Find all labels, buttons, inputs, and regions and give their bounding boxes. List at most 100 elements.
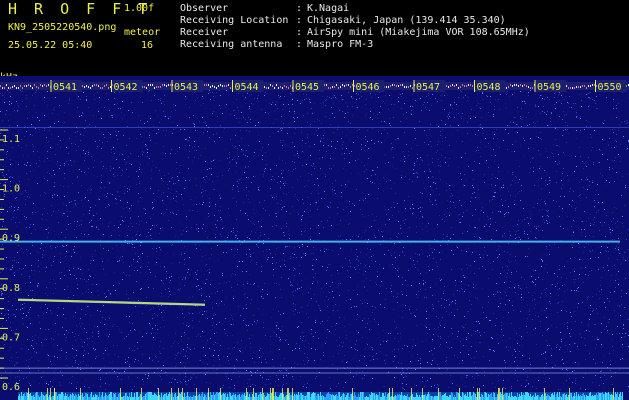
y-tick-label: 1.1 bbox=[2, 134, 20, 145]
bottom-band-bar bbox=[545, 393, 546, 400]
bottom-band-bar bbox=[286, 395, 287, 400]
bottom-band-bar bbox=[215, 394, 216, 400]
bottom-band-bar bbox=[259, 394, 260, 400]
bottom-band-bar bbox=[179, 393, 180, 400]
bottom-band-bar bbox=[274, 396, 275, 400]
time-band-pixel bbox=[324, 84, 325, 86]
time-band-pixel bbox=[82, 85, 83, 87]
bottom-band-bar bbox=[154, 393, 155, 400]
bottom-band-bar bbox=[101, 395, 102, 400]
bottom-band-bar bbox=[473, 392, 474, 400]
bottom-band-bar bbox=[332, 394, 333, 400]
bottom-band-bar bbox=[485, 392, 486, 400]
bottom-band-bar bbox=[536, 396, 537, 400]
bottom-band-bar bbox=[530, 394, 531, 400]
bottom-band-bar bbox=[312, 393, 313, 400]
time-band-pixel bbox=[460, 86, 461, 88]
time-band-pixel bbox=[346, 84, 347, 86]
bottom-band-bar bbox=[180, 394, 181, 400]
bottom-band-bar bbox=[247, 392, 248, 400]
time-band-pixel bbox=[48, 84, 49, 86]
time-band-pixel bbox=[152, 84, 153, 86]
bottom-band-bar bbox=[528, 393, 529, 400]
bottom-band-bar bbox=[134, 393, 135, 400]
bottom-band-bar bbox=[252, 394, 253, 400]
bottom-band-bar bbox=[505, 393, 506, 400]
bottom-band-bar bbox=[475, 394, 476, 400]
bottom-band-bar bbox=[554, 392, 555, 400]
bottom-band-bar bbox=[264, 395, 265, 400]
bottom-band-bar bbox=[46, 394, 47, 400]
bottom-band-bar bbox=[230, 393, 231, 400]
bottom-band-bar bbox=[78, 394, 79, 400]
time-band-pixel bbox=[524, 84, 525, 86]
bottom-band-bar bbox=[322, 395, 323, 400]
bottom-band-bar bbox=[394, 396, 395, 400]
bottom-band-bar bbox=[556, 394, 557, 400]
bottom-band-bar bbox=[607, 393, 608, 400]
bottom-band-bar bbox=[370, 395, 371, 400]
time-band-pixel bbox=[350, 86, 351, 88]
bottom-band-bar bbox=[541, 395, 542, 400]
bottom-band-bar bbox=[23, 394, 24, 400]
spectrogram-background bbox=[0, 76, 629, 400]
time-band-pixel bbox=[214, 86, 215, 88]
bottom-band-bar bbox=[548, 395, 549, 400]
bottom-band-bar bbox=[79, 396, 80, 400]
bottom-band-bar bbox=[612, 395, 613, 400]
time-band-pixel bbox=[406, 86, 407, 88]
time-band-pixel bbox=[568, 87, 569, 89]
bottom-band-bar bbox=[307, 392, 308, 400]
bottom-band-bar bbox=[603, 394, 604, 400]
bottom-band-bar bbox=[268, 394, 269, 400]
bottom-band-bar bbox=[587, 396, 588, 400]
bottom-band-bar bbox=[86, 393, 87, 400]
bottom-band-spike bbox=[28, 388, 29, 400]
bottom-band-bar bbox=[493, 392, 494, 400]
bottom-band-bar bbox=[205, 395, 206, 400]
bottom-band-bar bbox=[478, 392, 479, 400]
time-band-pixel bbox=[36, 86, 37, 88]
bottom-band-bar bbox=[589, 393, 590, 400]
location-sep: : bbox=[296, 15, 303, 26]
bottom-band-bar bbox=[537, 395, 538, 400]
bottom-band-bar bbox=[225, 393, 226, 400]
bottom-band-bar bbox=[58, 394, 59, 400]
bottom-band-bar bbox=[467, 392, 468, 400]
bottom-band-bar bbox=[188, 396, 189, 400]
bottom-band-bar bbox=[97, 395, 98, 400]
time-label: 0542 bbox=[114, 82, 138, 93]
antenna-key: Receiving antenna bbox=[180, 39, 283, 50]
bottom-band-bar bbox=[466, 396, 467, 400]
time-band-pixel bbox=[164, 84, 165, 86]
bottom-band-bar bbox=[111, 392, 112, 400]
header-panel: H R O F F T 1.00f KN9_2505220540.png met… bbox=[0, 0, 629, 83]
bottom-band-bar bbox=[308, 392, 309, 400]
bottom-band-bar bbox=[375, 395, 376, 400]
time-band-pixel bbox=[452, 84, 453, 86]
bottom-band-bar bbox=[218, 393, 219, 400]
bottom-band-bar bbox=[581, 396, 582, 400]
time-band-pixel bbox=[330, 87, 331, 89]
time-band-pixel bbox=[448, 86, 449, 88]
bottom-band-bar bbox=[106, 395, 107, 400]
bottom-band-bar bbox=[608, 392, 609, 400]
bottom-band-bar bbox=[560, 396, 561, 400]
receiver-key: Receiver bbox=[180, 27, 229, 38]
bottom-band-spike bbox=[411, 388, 412, 400]
bottom-band-bar bbox=[452, 393, 453, 400]
bottom-band-bar bbox=[391, 396, 392, 400]
time-band-pixel bbox=[408, 86, 409, 88]
time-band-pixel bbox=[150, 84, 151, 86]
bottom-band-bar bbox=[163, 395, 164, 400]
bottom-band-spike bbox=[273, 388, 274, 400]
time-band-pixel bbox=[34, 84, 35, 86]
bottom-band-bar bbox=[470, 392, 471, 400]
bottom-band-bar bbox=[64, 396, 65, 400]
bottom-band-bar bbox=[444, 394, 445, 400]
bottom-band-bar bbox=[109, 394, 110, 400]
time-band-pixel bbox=[286, 86, 287, 88]
bottom-band-bar bbox=[609, 394, 610, 400]
time-band-pixel bbox=[158, 86, 159, 88]
y-tick-label: 0.6 bbox=[2, 382, 20, 393]
